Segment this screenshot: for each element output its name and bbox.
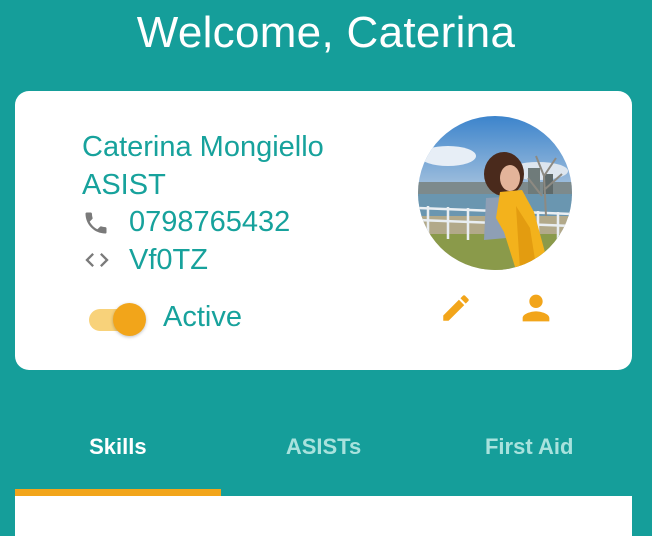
profile-card: Caterina Mongiello ASIST 0798765432 Vf0T… — [15, 91, 632, 370]
status-label: Active — [163, 300, 242, 333]
tab-bar: Skills ASISTs First Aid — [15, 405, 632, 497]
profile-info: Caterina Mongiello ASIST 0798765432 Vf0T… — [82, 129, 324, 279]
active-tab-indicator — [15, 489, 221, 496]
member-code: Vf0TZ — [129, 243, 208, 276]
avatar — [418, 116, 572, 270]
tab-first-aid[interactable]: First Aid — [426, 405, 632, 497]
tab-content-panel — [15, 496, 632, 536]
edit-button[interactable] — [439, 291, 473, 325]
phone-row[interactable]: 0798765432 — [82, 204, 324, 242]
phone-icon — [82, 209, 129, 237]
tab-skills[interactable]: Skills — [15, 405, 221, 497]
toggle-thumb — [113, 303, 146, 336]
profile-role: ASIST — [82, 168, 166, 201]
tab-first-aid-label: First Aid — [484, 434, 574, 459]
pencil-icon — [439, 295, 473, 329]
code-row: Vf0TZ — [82, 242, 324, 280]
phone-number: 0798765432 — [129, 206, 291, 238]
profile-name: Caterina Mongiello — [82, 131, 324, 163]
tab-asists[interactable]: ASISTs — [221, 405, 427, 497]
screen: Welcome, Caterina Caterina Mongiello ASI… — [0, 0, 652, 536]
profile-button[interactable] — [515, 288, 557, 328]
person-icon — [515, 294, 557, 332]
welcome-title: Welcome, Caterina — [136, 8, 516, 57]
tab-skills-label: Skills — [89, 434, 147, 459]
active-toggle[interactable] — [85, 297, 149, 337]
code-icon — [82, 246, 129, 274]
tab-asists-label: ASISTs — [285, 434, 362, 459]
status-row: Active — [85, 297, 242, 337]
